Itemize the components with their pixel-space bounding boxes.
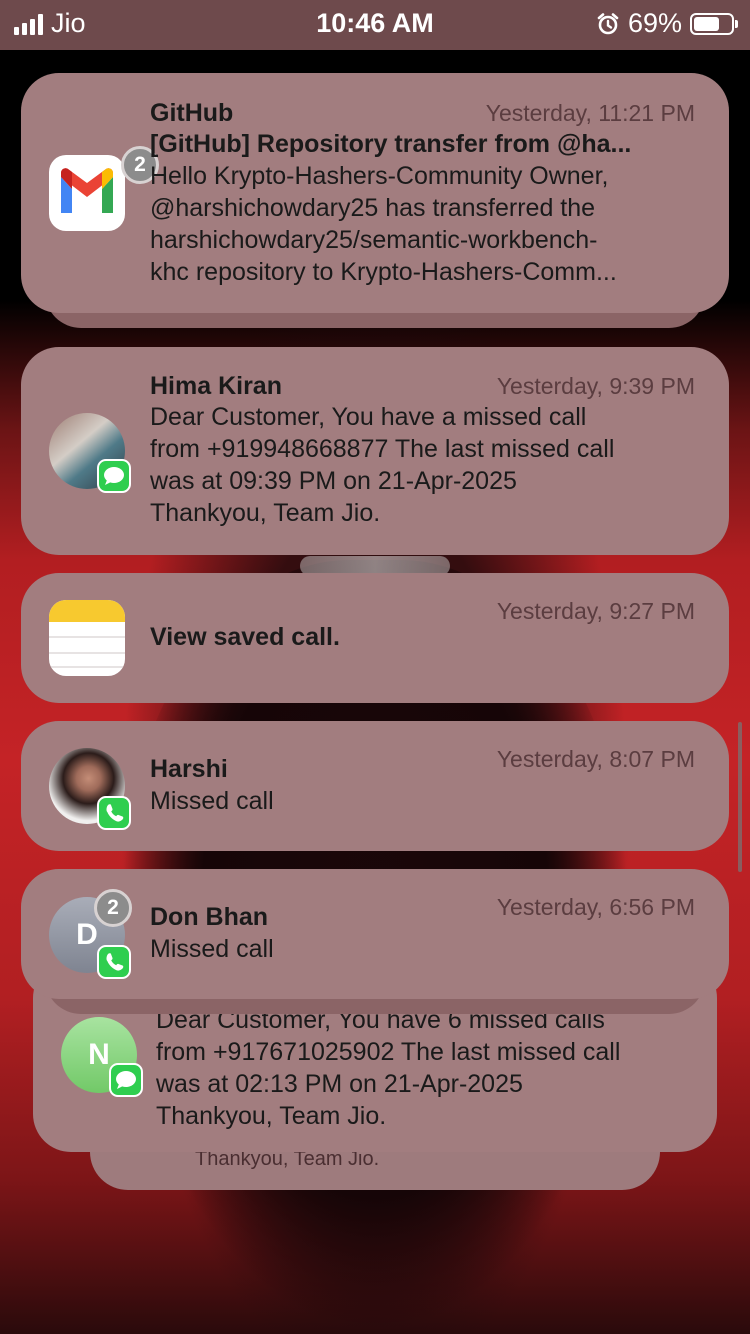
contact-avatar: N bbox=[61, 1017, 143, 1097]
body-line-1: Hello Krypto-Hashers-Community Owner, bbox=[150, 162, 609, 190]
notification-body: Dear Customer, You have 6 missed calls f… bbox=[156, 1004, 696, 1132]
battery-icon bbox=[690, 12, 738, 35]
notification-card-github[interactable]: 2 GitHub Yesterday, 11:21 PM [GitHub] Re… bbox=[21, 73, 729, 313]
notification-card-hima-kiran[interactable]: Hima Kiran Yesterday, 9:39 PM Dear Custo… bbox=[21, 347, 729, 555]
notification-time: Yesterday, 6:56 PM bbox=[496, 894, 695, 920]
battery-percent: 69% bbox=[627, 8, 682, 38]
notification-title: Harshi bbox=[150, 755, 228, 783]
body-line-4: Thankyou, Team Jio. bbox=[156, 1102, 387, 1130]
notification-card-don-bhan[interactable]: D 2 Don Bhan Yesterday, 6:56 PM Missed c… bbox=[21, 869, 729, 999]
notification-body: Hello Krypto-Hashers-Community Owner, @h… bbox=[150, 160, 710, 288]
body-line-1: Dear Customer, You have a missed call bbox=[150, 403, 587, 431]
notification-title: Don Bhan bbox=[150, 903, 269, 931]
body-line-3: harshichowdary25/semantic-workbench- bbox=[150, 226, 598, 254]
alarm-icon bbox=[597, 12, 619, 34]
contact-avatar bbox=[49, 413, 131, 493]
notification-count-badge: 2 bbox=[94, 889, 132, 927]
gmail-icon bbox=[49, 155, 125, 231]
notification-body: Dear Customer, You have a missed call fr… bbox=[150, 401, 710, 529]
body-line-1: Missed call bbox=[150, 935, 274, 963]
notification-title: View saved call. bbox=[150, 623, 340, 651]
notes-icon bbox=[49, 600, 125, 676]
body-line-4: Thankyou, Team Jio. bbox=[150, 499, 381, 527]
notification-body: Missed call bbox=[150, 933, 710, 965]
notification-title: GitHub bbox=[150, 99, 234, 127]
notification-body: Missed call bbox=[150, 785, 710, 817]
contact-avatar bbox=[49, 748, 131, 830]
notification-time: Yesterday, 11:21 PM bbox=[485, 100, 695, 126]
notification-card-harshi[interactable]: Harshi Yesterday, 8:07 PM Missed call bbox=[21, 721, 729, 851]
messages-icon bbox=[109, 1063, 143, 1097]
app-icon-wrap: 2 bbox=[49, 146, 159, 231]
messages-icon bbox=[97, 459, 131, 493]
status-right: 69% bbox=[596, 8, 738, 39]
body-line-3: was at 09:39 PM on 21-Apr-2025 bbox=[150, 467, 517, 495]
app-icon-wrap bbox=[49, 600, 125, 676]
body-line-2: @harshichowdary25 has transferred the bbox=[150, 194, 596, 222]
body-line-2: from +919948668877 The last missed call bbox=[150, 435, 615, 463]
notification-title: Hima Kiran bbox=[150, 372, 282, 400]
notification-time: Yesterday, 9:27 PM bbox=[496, 598, 695, 624]
notification-time: Yesterday, 9:39 PM bbox=[496, 373, 695, 399]
body-line-4: khc repository to Krypto-Hashers-Comm... bbox=[150, 258, 617, 286]
body-line-3: was at 02:13 PM on 21-Apr-2025 bbox=[156, 1070, 523, 1098]
phone-icon bbox=[97, 945, 131, 979]
contact-avatar: D 2 bbox=[49, 889, 132, 979]
notification-subject: [GitHub] Repository transfer from @ha... bbox=[150, 130, 632, 158]
body-line-1: Missed call bbox=[150, 787, 274, 815]
status-bar: Jio 10:46 AM 69% bbox=[0, 0, 750, 50]
phone-icon bbox=[97, 796, 131, 830]
scroll-indicator[interactable] bbox=[738, 722, 742, 872]
battery-level bbox=[694, 16, 719, 31]
body-line-2: from +917671025902 The last missed call bbox=[156, 1038, 621, 1066]
notification-time: Yesterday, 8:07 PM bbox=[496, 746, 695, 772]
notification-card-notes[interactable]: View saved call. Yesterday, 9:27 PM bbox=[21, 573, 729, 703]
